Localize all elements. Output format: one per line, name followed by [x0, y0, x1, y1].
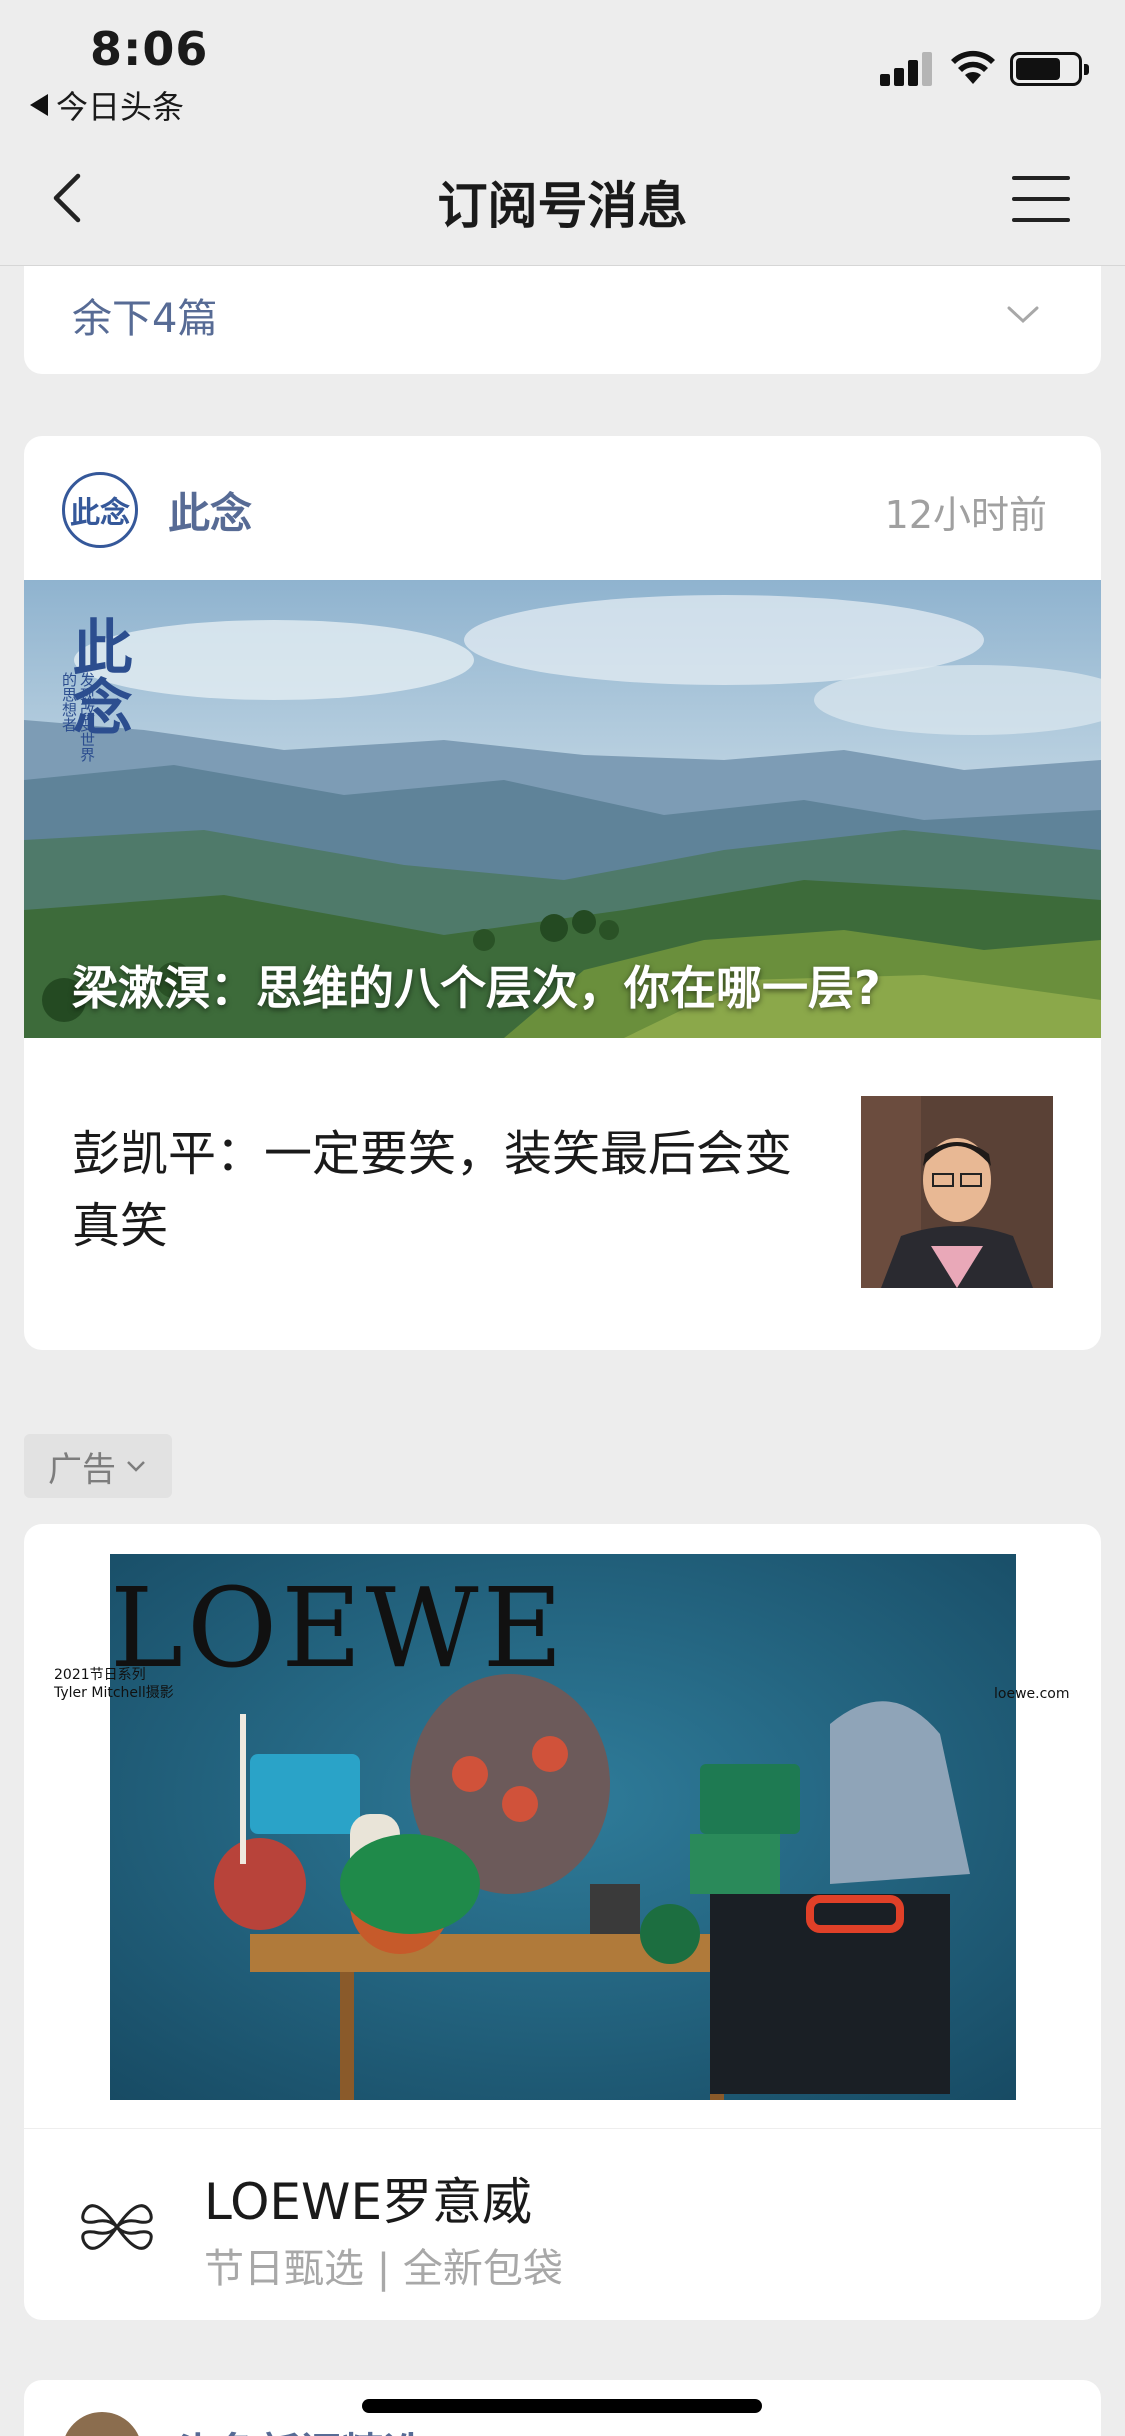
battery-icon [1010, 52, 1089, 86]
ad-banner-caption: 2021节日系列 Tyler Mitchell摄影 [54, 1666, 174, 1702]
ad-banner-url-outside: loewe.com [994, 1686, 1070, 1702]
loewe-logo-icon[interactable] [74, 2184, 160, 2270]
status-bar: 8:06 今日头条 [0, 0, 1125, 130]
screen: 8:06 今日头条 订阅号消息 余下4篇 此念 此念 12小时前 此念 发现改变… [0, 0, 1125, 2436]
wifi-icon [951, 50, 995, 84]
sub-article[interactable]: 彭凯平：一定要笑，装笑最后会变真笑 [24, 1038, 1101, 1350]
signal-icon [880, 50, 936, 86]
account-name[interactable]: 此念 [168, 480, 252, 541]
more-articles-label[interactable]: 余下4篇 [72, 286, 217, 344]
back-triangle-icon [30, 94, 48, 116]
account-message-card: 此念 此念 12小时前 此念 发现改变世界的思想者 梁漱溟：思维的八个层次，你在… [24, 436, 1101, 1350]
ad-banner-image[interactable]: LOEWE loewe.com [110, 1554, 1016, 2100]
sub-article-thumbnail[interactable] [861, 1096, 1053, 1288]
divider [24, 2128, 1101, 2129]
next-account-avatar[interactable] [62, 2412, 142, 2436]
ad-banner-brand: LOEWE [110, 1564, 567, 1692]
ad-banner-caption-line2: Tyler Mitchell摄影 [54, 1685, 174, 1701]
advertiser-description: 节日甄选 | 全新包袋 [204, 2246, 563, 2292]
nav-bar: 订阅号消息 [0, 130, 1125, 266]
back-to-app-link[interactable]: 今日头条 [30, 82, 184, 128]
account-avatar[interactable]: 此念 [62, 472, 138, 548]
next-account-name[interactable]: 头条新闻精选 [174, 2420, 426, 2436]
back-app-label: 今日头条 [56, 88, 185, 126]
ad-banner-caption-line1: 2021节日系列 [54, 1667, 146, 1683]
ad-tag[interactable]: 广告 [24, 1434, 172, 1498]
hero-stamp-slogan: 发现改变世界的思想者 [60, 672, 96, 762]
menu-icon[interactable] [1012, 174, 1070, 224]
hero-article[interactable]: 此念 发现改变世界的思想者 梁漱溟：思维的八个层次，你在哪一层? [24, 580, 1101, 1038]
hero-article-title[interactable]: 梁漱溟：思维的八个层次，你在哪一层? [72, 952, 881, 1018]
collapsed-articles-card[interactable]: 余下4篇 [24, 266, 1101, 374]
chevron-down-icon [127, 1461, 145, 1472]
ad-card[interactable]: LOEWE loewe.com 2021节日系列 Tyler Mitchell摄… [24, 1524, 1101, 2320]
ad-tag-label: 广告 [48, 1449, 116, 1490]
chevron-down-icon[interactable] [1005, 296, 1041, 332]
message-time: 12小时前 [884, 493, 1047, 537]
home-indicator[interactable] [362, 2399, 762, 2413]
sub-article-title[interactable]: 彭凯平：一定要笑，装笑最后会变真笑 [72, 1118, 832, 1262]
advertiser-name[interactable]: LOEWE罗意威 [204, 2162, 532, 2234]
page-title: 订阅号消息 [437, 177, 688, 235]
status-time: 8:06 [90, 22, 209, 76]
hero-stamp: 此念 发现改变世界的思想者 [60, 616, 160, 776]
